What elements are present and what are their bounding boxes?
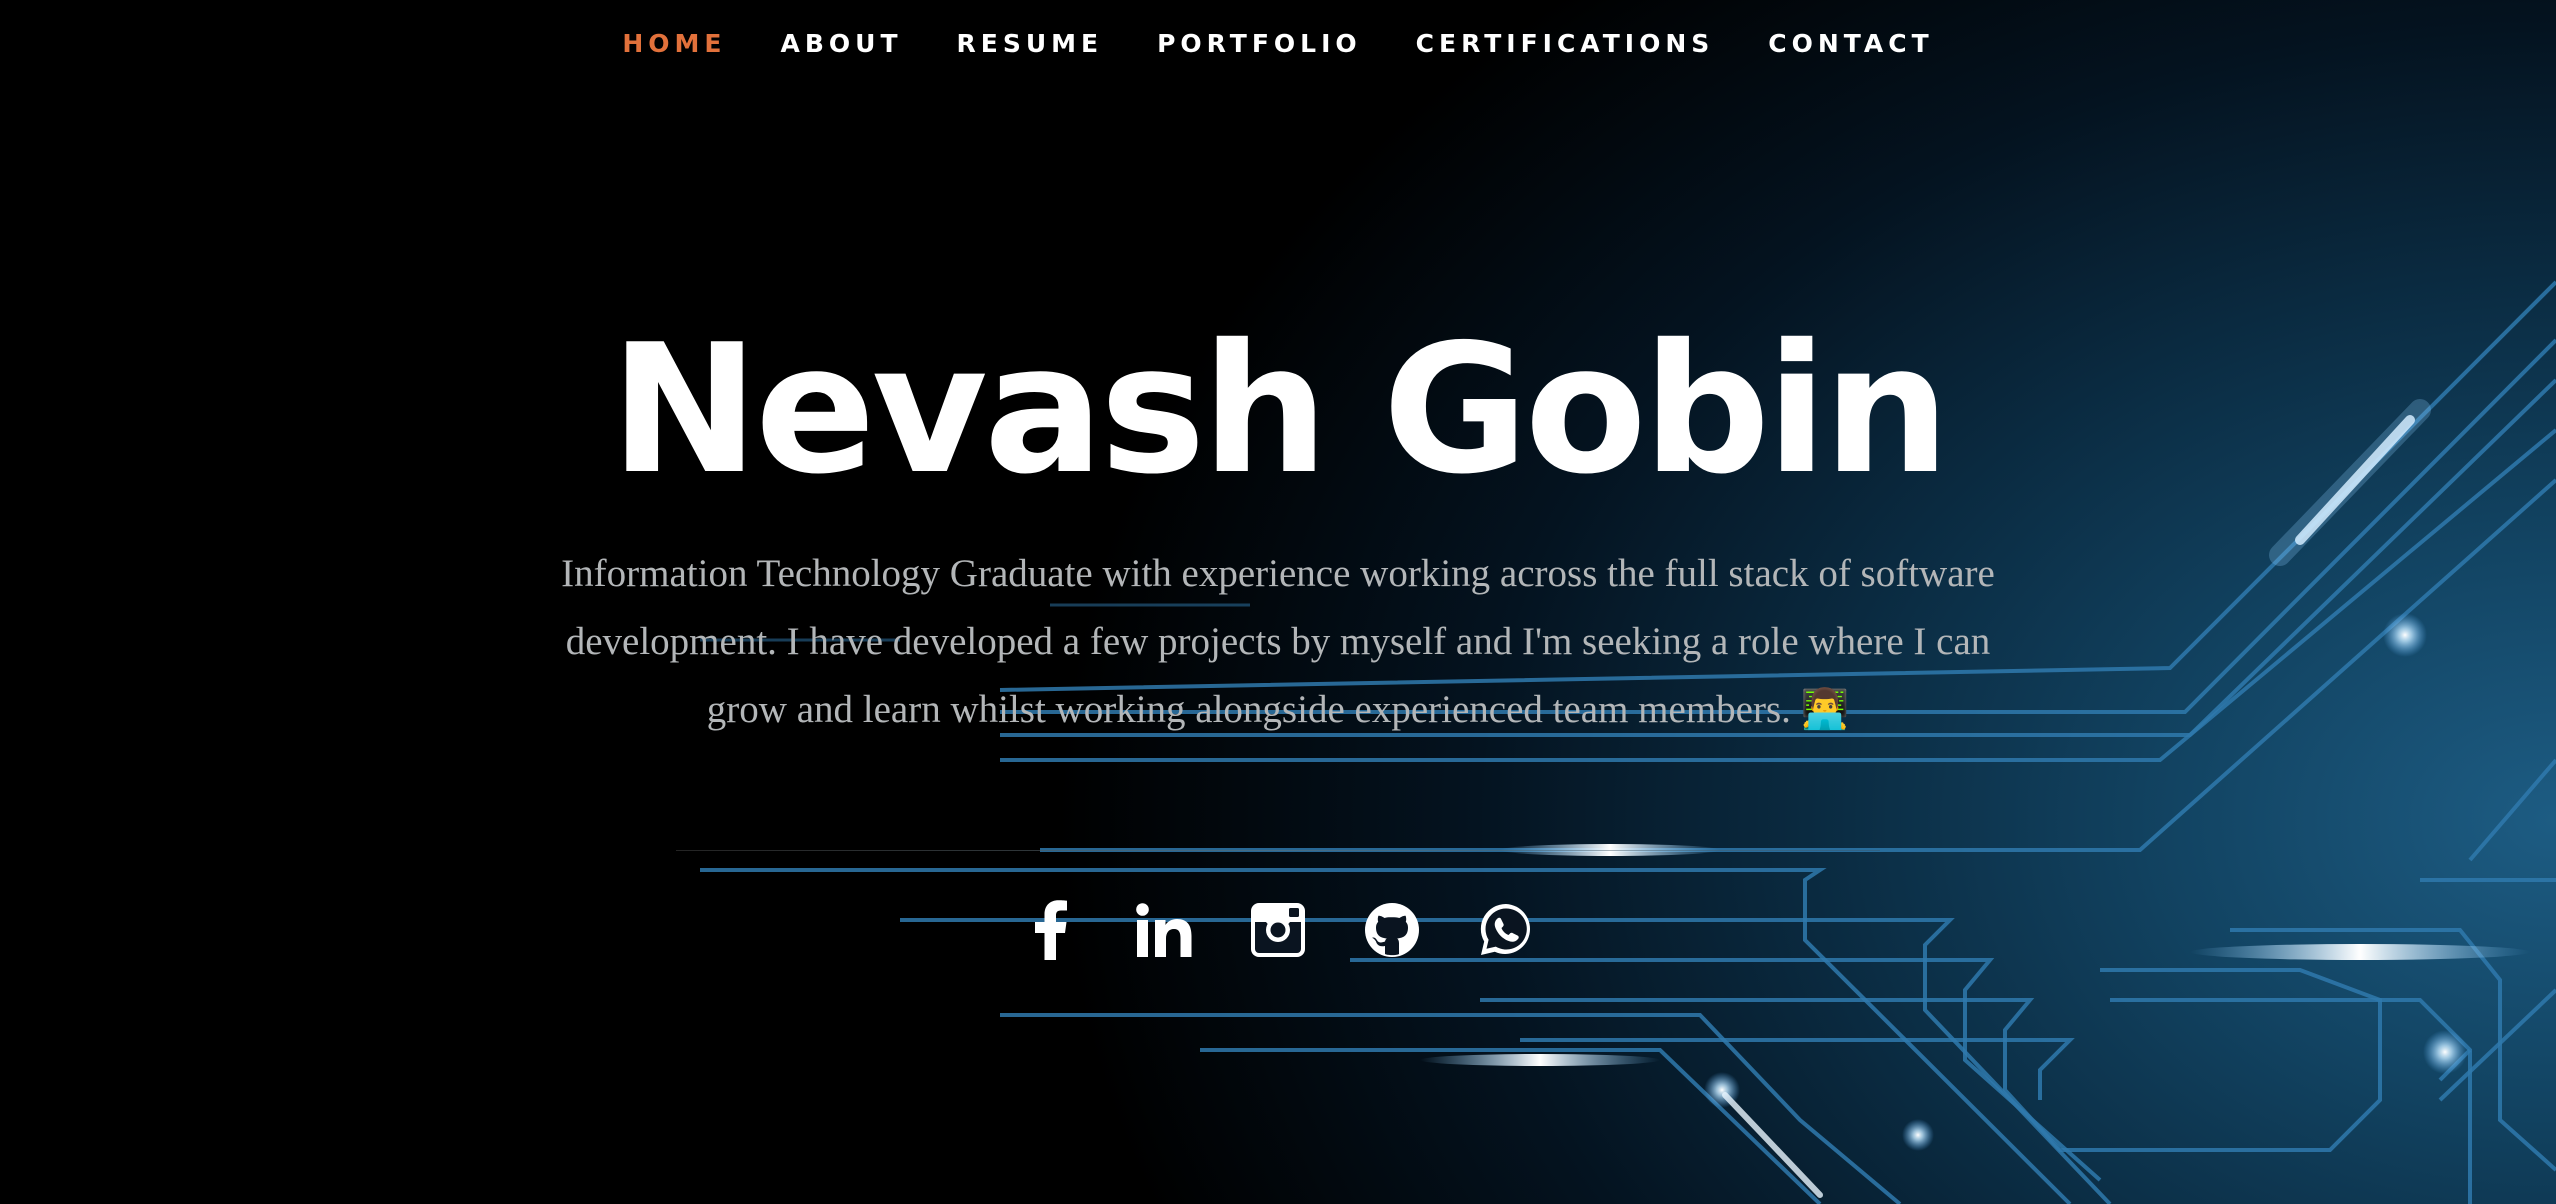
social-links bbox=[0, 898, 2556, 962]
hero-name: Nevash Gobin bbox=[609, 306, 1950, 513]
main-nav: HOME ABOUT RESUME PORTFOLIO CERTIFICATIO… bbox=[0, 0, 2556, 86]
linkedin-icon bbox=[1136, 903, 1192, 957]
hero-page: HOME ABOUT RESUME PORTFOLIO CERTIFICATIO… bbox=[0, 0, 2556, 1204]
divider bbox=[676, 850, 1880, 851]
nav-link-about[interactable]: ABOUT bbox=[780, 29, 902, 58]
nav-link-certifications[interactable]: CERTIFICATIONS bbox=[1416, 29, 1715, 58]
facebook-icon bbox=[1035, 900, 1067, 960]
hero-description: Information Technology Graduate with exp… bbox=[561, 552, 1995, 731]
nav-link-resume[interactable]: RESUME bbox=[957, 29, 1104, 58]
github-link[interactable] bbox=[1362, 898, 1422, 962]
whatsapp-icon bbox=[1480, 903, 1531, 955]
instagram-link[interactable] bbox=[1248, 898, 1308, 962]
nav-link-portfolio[interactable]: PORTFOLIO bbox=[1157, 29, 1362, 58]
instagram-icon bbox=[1251, 903, 1305, 957]
nav-link-contact[interactable]: CONTACT bbox=[1768, 29, 1933, 58]
whatsapp-link[interactable] bbox=[1476, 898, 1536, 962]
linkedin-link[interactable] bbox=[1134, 898, 1194, 962]
github-icon bbox=[1365, 903, 1419, 957]
nav-link-home[interactable]: HOME bbox=[622, 29, 726, 58]
facebook-link[interactable] bbox=[1020, 898, 1080, 962]
